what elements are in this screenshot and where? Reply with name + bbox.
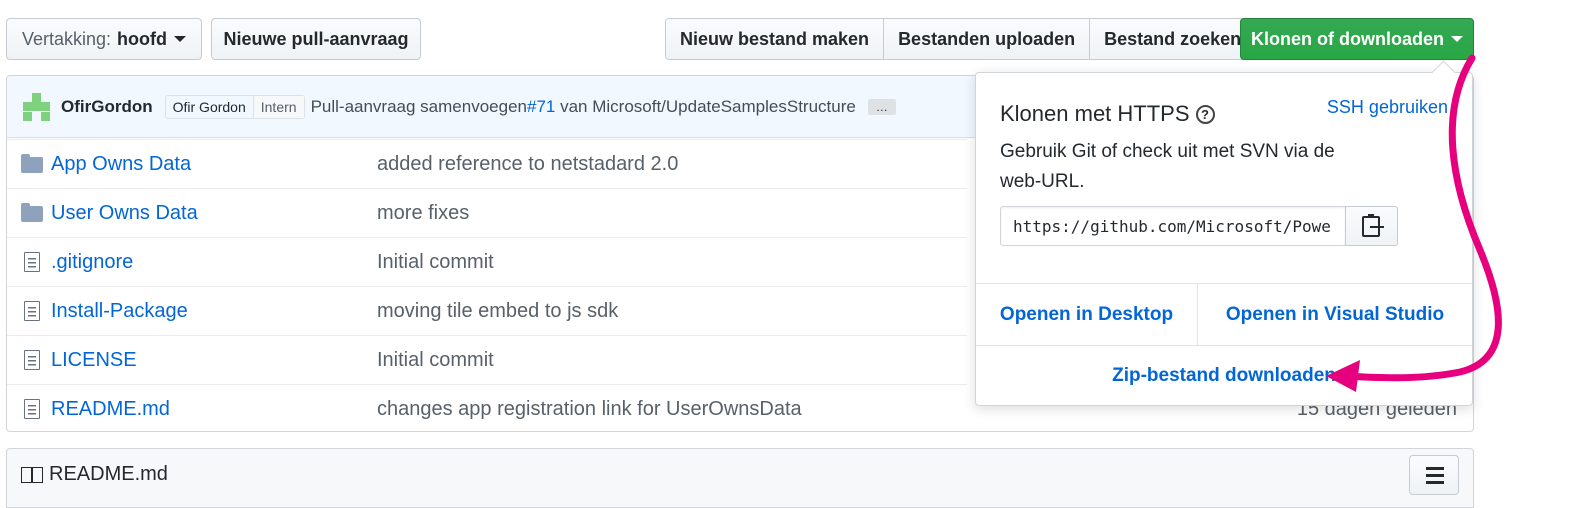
- file-commit-message[interactable]: added reference to netstadard 2.0: [377, 153, 678, 176]
- file-name[interactable]: Install-Package: [51, 300, 377, 323]
- file-name[interactable]: LICENSE: [51, 349, 377, 372]
- download-zip-button[interactable]: Zip-bestand downloaden: [976, 346, 1472, 406]
- readme-title: README.md: [21, 463, 168, 486]
- file-commit-message[interactable]: Initial commit: [377, 349, 494, 372]
- list-item[interactable]: Install-Package moving tile embed to js …: [7, 286, 967, 335]
- open-in-visual-studio-button[interactable]: Openen in Visual Studio: [1198, 284, 1472, 345]
- use-ssh-link[interactable]: SSH gebruiken: [1327, 97, 1448, 118]
- toc-menu-button[interactable]: [1409, 455, 1459, 495]
- file-actions-group: Nieuw bestand maken Bestanden uploaden B…: [665, 18, 1257, 60]
- branch-label: Vertakking:: [21, 28, 112, 49]
- upload-files-button[interactable]: Bestanden uploaden: [883, 19, 1090, 59]
- clone-download-button[interactable]: Klonen of downloaden: [1240, 18, 1474, 60]
- clipboard-icon: [1362, 214, 1384, 237]
- clone-title: Klonen met HTTPS ?: [1000, 101, 1215, 127]
- file-name[interactable]: User Owns Data: [51, 202, 377, 225]
- list-item[interactable]: README.md changes app registration link …: [7, 384, 967, 431]
- list-item[interactable]: LICENSE Initial commit: [7, 335, 967, 384]
- branch-value: hoofd: [117, 28, 168, 49]
- clone-url-input[interactable]: [1000, 206, 1346, 246]
- commit-author[interactable]: OfirGordon: [61, 97, 153, 117]
- branch-select-button[interactable]: Vertakking: hoofd: [6, 18, 202, 60]
- file-commit-message[interactable]: changes app registration link for UserOw…: [377, 398, 802, 421]
- file-name[interactable]: App Owns Data: [51, 153, 377, 176]
- readme-header: README.md: [6, 448, 1474, 508]
- pr-link[interactable]: #71: [527, 97, 555, 116]
- file-commit-message[interactable]: moving tile embed to js sdk: [377, 300, 618, 323]
- list-item[interactable]: .gitignore Initial commit: [7, 237, 967, 286]
- new-pull-request-label: Nieuwe pull-aanvraag: [223, 28, 409, 49]
- file-name[interactable]: README.md: [51, 398, 377, 421]
- author-badge: Ofir Gordon Intern: [164, 94, 305, 119]
- expand-commit-button[interactable]: …: [867, 98, 896, 115]
- badge-role: Intern: [252, 95, 304, 118]
- new-pull-request-button[interactable]: Nieuwe pull-aanvraag: [211, 18, 421, 60]
- clone-dropdown: Klonen met HTTPS ? SSH gebruiken Gebruik…: [975, 72, 1473, 406]
- commit-message-prefix: Pull-aanvraag samenvoegen: [310, 96, 527, 116]
- badge-name: Ofir Gordon: [172, 98, 246, 115]
- folder-icon: [21, 154, 43, 174]
- clone-title-text: Klonen met HTTPS: [1000, 101, 1190, 126]
- file-commit-message[interactable]: Initial commit: [377, 251, 494, 274]
- commit-message[interactable]: Pull-aanvraag samenvoegen#71 van Microso…: [311, 97, 856, 117]
- file-commit-message[interactable]: more fixes: [377, 202, 469, 225]
- avatar[interactable]: [23, 92, 51, 121]
- clone-download-label: Klonen of downloaden: [1251, 28, 1444, 49]
- open-in-desktop-button[interactable]: Openen in Desktop: [976, 284, 1198, 345]
- file-icon: [21, 399, 43, 419]
- clone-description: Gebruik Git of check uit met SVN via de …: [1000, 141, 1335, 192]
- caret-down-icon: [174, 36, 187, 42]
- book-icon: [21, 466, 43, 483]
- file-icon: [21, 301, 43, 321]
- list-item[interactable]: User Owns Data more fixes: [7, 188, 967, 237]
- folder-icon: [21, 203, 43, 223]
- copy-url-button[interactable]: [1345, 206, 1398, 246]
- help-icon[interactable]: ?: [1195, 104, 1215, 124]
- create-file-button[interactable]: Nieuw bestand maken: [666, 19, 884, 59]
- file-icon: [21, 350, 43, 370]
- find-file-button[interactable]: Bestand zoeken: [1089, 19, 1256, 59]
- file-name[interactable]: .gitignore: [51, 251, 377, 274]
- list-item[interactable]: App Owns Data added reference to netstad…: [7, 139, 967, 188]
- commit-message-suffix: van Microsoft/UpdateSamplesStructure: [555, 96, 856, 116]
- caret-down-icon: [1450, 36, 1463, 42]
- readme-title-text: README.md: [49, 463, 168, 485]
- file-icon: [21, 252, 43, 272]
